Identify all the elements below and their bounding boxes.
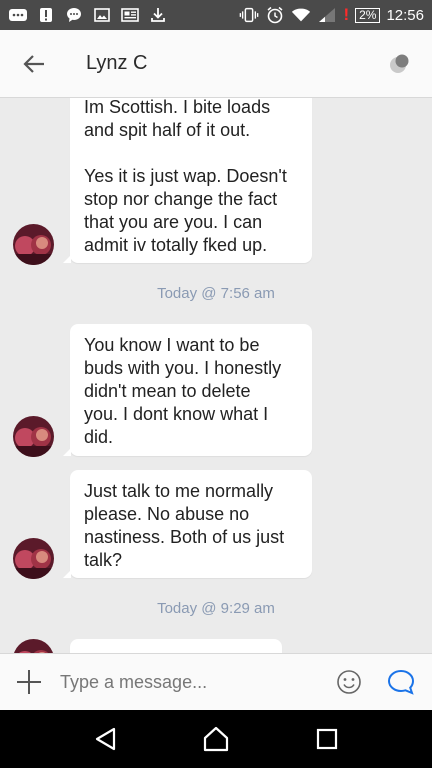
message-line: did.	[84, 427, 114, 447]
nav-recents-button[interactable]	[307, 719, 347, 759]
triangle-back-icon	[96, 727, 116, 751]
avatar[interactable]	[13, 224, 54, 265]
plus-icon	[17, 670, 41, 694]
message-line: buds with you. I honestly	[84, 358, 282, 378]
message-line: you. I dont know what I	[84, 404, 269, 424]
message-line: talk?	[84, 550, 123, 570]
arrow-left-icon	[23, 54, 44, 73]
presence-icon	[390, 54, 409, 73]
download-icon	[148, 7, 168, 23]
avatar[interactable]	[13, 639, 54, 653]
status-bar: ! 2% 12:56	[0, 0, 432, 30]
alarm-icon	[265, 6, 285, 24]
battery-level: 2%	[359, 8, 377, 22]
message-list[interactable]: Im Scottish. I bite loads and spit half …	[0, 98, 432, 653]
message-line: You know I want to be	[84, 335, 260, 355]
chat-notification-icon	[8, 7, 28, 23]
app-bar: Lynz C	[0, 30, 432, 98]
contact-name[interactable]: Lynz C	[86, 52, 148, 75]
nav-back-button[interactable]	[85, 719, 125, 759]
wifi-icon	[291, 7, 311, 23]
back-button[interactable]	[0, 30, 68, 98]
battery-indicator: 2%	[355, 7, 381, 23]
message-bubble[interactable]	[70, 639, 282, 653]
message-notification-icon	[64, 7, 84, 23]
send-button[interactable]	[384, 665, 418, 699]
message-line: that you are you. I can	[84, 212, 263, 232]
message-line: Im Scottish. I bite loads	[84, 98, 271, 117]
message-bubble[interactable]: Just talk to me normally please. No abus…	[63, 470, 312, 578]
notification-icons	[8, 7, 168, 23]
message-line: stop nor change the fact	[84, 189, 278, 209]
message-line: Yes it is just wap. Doesn't	[84, 166, 287, 186]
clock: 12:56	[386, 6, 424, 24]
message-line: and spit half of it out.	[84, 120, 251, 140]
message-line: didn't mean to delete	[84, 381, 251, 401]
message-line: please. No abuse no	[84, 504, 250, 524]
battery-warning-icon: !	[343, 5, 350, 24]
bubble-tail	[63, 448, 71, 456]
bubble-tail	[63, 570, 71, 578]
message-input[interactable]	[58, 662, 332, 702]
message-line: admit iv totally fked up.	[84, 235, 268, 255]
avatar[interactable]	[13, 538, 54, 579]
alert-notification-icon	[36, 7, 56, 23]
smiley-icon	[337, 670, 361, 694]
bubble-tail	[63, 255, 71, 263]
message-composer	[0, 653, 432, 710]
emoji-button[interactable]	[332, 665, 366, 699]
chat-bubble-icon	[387, 669, 415, 695]
message-bubble[interactable]: You know I want to be buds with you. I h…	[63, 324, 312, 456]
message-line: Just talk to me normally	[84, 481, 274, 501]
nav-home-button[interactable]	[196, 719, 236, 759]
image-notification-icon	[92, 7, 112, 23]
signal-icon	[317, 7, 337, 23]
timestamp: Today @ 7:56 am	[157, 285, 275, 302]
avatar[interactable]	[13, 416, 54, 457]
home-icon	[203, 726, 229, 752]
vibrate-icon	[239, 7, 259, 23]
square-recents-icon	[316, 728, 337, 750]
timestamp: Today @ 9:29 am	[157, 600, 275, 617]
presence-button[interactable]	[388, 52, 412, 76]
news-notification-icon	[120, 7, 140, 23]
add-attachment-button[interactable]	[0, 654, 58, 711]
system-navigation-bar	[0, 710, 432, 768]
message-line: nastiness. Both of us just	[84, 527, 285, 547]
system-icons: ! 2% 12:56	[239, 5, 424, 25]
message-bubble[interactable]: Im Scottish. I bite loads and spit half …	[63, 98, 312, 263]
